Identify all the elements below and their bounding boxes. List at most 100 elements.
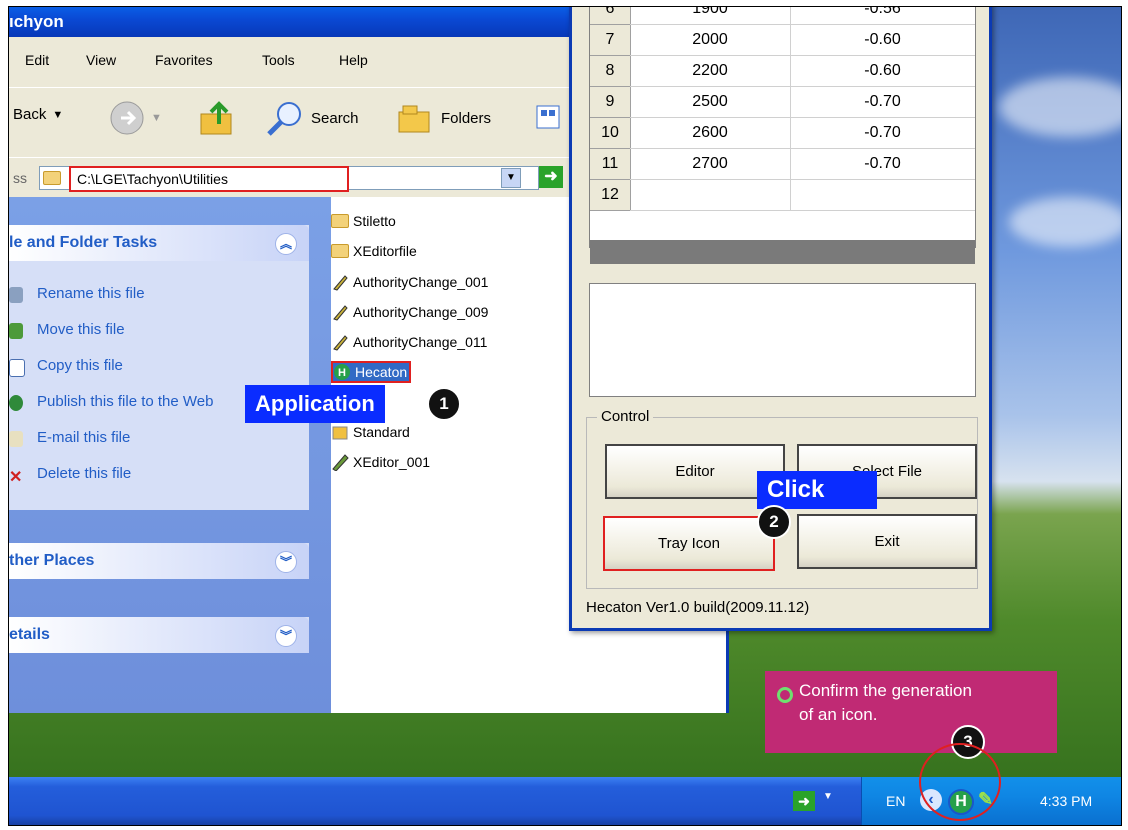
quick-launch-arrow-icon[interactable]: ➜ <box>793 791 815 811</box>
cell[interactable]: 1900 <box>630 7 791 25</box>
address-label: ss <box>13 170 27 186</box>
cell[interactable]: 2700 <box>630 149 791 180</box>
delete-icon: ✕ <box>9 469 23 486</box>
panel-title: etails <box>9 626 50 643</box>
task-pane: le and Folder Tasks ︽ Rename this file M… <box>9 197 331 713</box>
address-path-highlight[interactable]: C:\LGE\Tachyon\Utilities <box>69 166 349 192</box>
menu-tools[interactable]: Tools <box>262 52 295 68</box>
search-button[interactable]: Search <box>265 100 359 136</box>
cell[interactable] <box>630 180 791 211</box>
file-item[interactable]: AuthorityChange_001 <box>331 273 488 291</box>
cloud <box>1009 197 1121 247</box>
task-publish[interactable]: Publish this file to the Web <box>37 393 213 410</box>
cell[interactable]: -0.60 <box>790 25 975 56</box>
table-row[interactable]: 8 2200 -0.60 <box>590 56 975 87</box>
table-row[interactable]: 6 1900 -0.56 <box>590 7 975 25</box>
language-indicator[interactable]: EN <box>886 793 905 809</box>
expand-chevron-icon[interactable]: ︾ <box>275 625 297 647</box>
tray-icon-button[interactable]: Tray Icon <box>603 516 775 571</box>
task-label: Delete this file <box>37 465 132 482</box>
task-rename[interactable]: Rename this file <box>37 285 145 302</box>
panel-title: le and Folder Tasks <box>9 234 158 251</box>
note-line: of an icon. <box>799 705 878 724</box>
cell[interactable] <box>790 180 975 211</box>
folder-icon <box>43 171 61 185</box>
task-delete[interactable]: Delete this file <box>37 465 131 482</box>
cell[interactable]: 2000 <box>630 25 791 56</box>
row-number: 11 <box>590 149 631 180</box>
row-number: 6 <box>590 7 631 25</box>
panel-header[interactable]: le and Folder Tasks <box>9 225 309 261</box>
table-row[interactable]: 7 2000 -0.60 <box>590 25 975 56</box>
confirm-note: Confirm the generation of an icon. <box>765 671 1057 753</box>
dropdown-arrow-icon[interactable]: ▼ <box>52 109 63 121</box>
other-places-panel: ther Places ︾ <box>9 543 309 579</box>
menu-favorites[interactable]: Favorites <box>155 52 213 68</box>
task-label: E-mail this file <box>37 429 131 446</box>
cell[interactable]: 2200 <box>630 56 791 87</box>
task-label: Rename this file <box>37 285 145 302</box>
go-arrow-icon[interactable]: ➜ <box>539 166 563 188</box>
row-number: 8 <box>590 56 631 87</box>
task-email[interactable]: E-mail this file <box>37 429 130 446</box>
cell[interactable]: -0.56 <box>790 7 975 25</box>
hecaton-file-item[interactable]: H Hecaton <box>331 361 412 383</box>
table-row[interactable]: 12 <box>590 180 975 211</box>
back-button[interactable]: Back ▼ <box>13 106 63 123</box>
panel-header[interactable]: ther Places <box>9 543 309 579</box>
app-icon <box>332 426 348 440</box>
file-item[interactable]: XEditorfile <box>331 243 417 259</box>
panel-title: ther Places <box>9 552 95 569</box>
file-name: XEditor_001 <box>353 454 431 470</box>
cell[interactable]: -0.70 <box>790 118 975 149</box>
file-item[interactable]: Standard <box>331 423 410 441</box>
menu-help[interactable]: Help <box>339 52 368 68</box>
file-name: Hecaton <box>355 364 408 380</box>
table-row[interactable]: 11 2700 -0.70 <box>590 149 975 180</box>
rename-icon <box>9 287 23 303</box>
chevron-down-icon[interactable]: ▼ <box>823 791 833 802</box>
folders-icon <box>398 105 430 133</box>
version-status: Hecaton Ver1.0 build(2009.11.12) <box>586 599 810 616</box>
up-folder-button[interactable] <box>197 100 237 136</box>
email-icon <box>9 431 23 447</box>
cell[interactable]: 2600 <box>630 118 791 149</box>
data-grid: 6 1900 -0.56 7 2000 -0.60 8 2200 -0.60 9 2500 -0… <box>589 7 976 264</box>
menu-view[interactable]: View <box>86 52 116 68</box>
clock[interactable]: 4:33 PM <box>1040 793 1092 809</box>
forward-button[interactable]: ▼ <box>109 100 162 136</box>
folder-icon <box>331 214 349 228</box>
log-area[interactable] <box>589 283 976 397</box>
file-item[interactable]: Stiletto <box>331 213 396 229</box>
exit-button[interactable]: Exit <box>797 514 977 569</box>
cell[interactable]: -0.70 <box>790 149 975 180</box>
cell[interactable]: -0.60 <box>790 56 975 87</box>
table-row[interactable]: 9 2500 -0.70 <box>590 87 975 118</box>
views-button[interactable] <box>535 104 561 130</box>
cell[interactable]: 2500 <box>630 87 791 118</box>
expand-chevron-icon[interactable]: ︾ <box>275 551 297 573</box>
up-folder-icon <box>200 101 232 135</box>
file-item[interactable]: AuthorityChange_011 <box>331 333 487 351</box>
collapse-chevron-icon[interactable]: ︽ <box>275 233 297 255</box>
file-item[interactable]: XEditor_001 <box>331 453 430 471</box>
cell[interactable]: -0.70 <box>790 87 975 118</box>
panel-header[interactable]: etails <box>9 617 309 653</box>
task-move[interactable]: Move this file <box>37 321 125 338</box>
address-dropdown-icon[interactable]: ▼ <box>501 168 521 188</box>
folders-button[interactable]: Folders <box>395 100 491 136</box>
file-item[interactable]: AuthorityChange_009 <box>331 303 488 321</box>
callout-text: Application <box>255 391 375 416</box>
dropdown-arrow-icon[interactable]: ▼ <box>151 112 162 124</box>
file-name: Stiletto <box>353 213 396 229</box>
menu-edit[interactable]: Edit <box>25 52 49 68</box>
note-line: Confirm the generation <box>799 681 972 700</box>
step-2-badge: 2 <box>757 505 791 539</box>
window-title: ıchyon <box>9 12 64 31</box>
step-1-badge: 1 <box>427 387 461 421</box>
task-copy[interactable]: Copy this file <box>37 357 123 374</box>
copy-icon <box>9 359 25 377</box>
table-row[interactable]: 10 2600 -0.70 <box>590 118 975 149</box>
folders-label: Folders <box>441 109 492 127</box>
button-label: Tray Icon <box>658 535 720 552</box>
